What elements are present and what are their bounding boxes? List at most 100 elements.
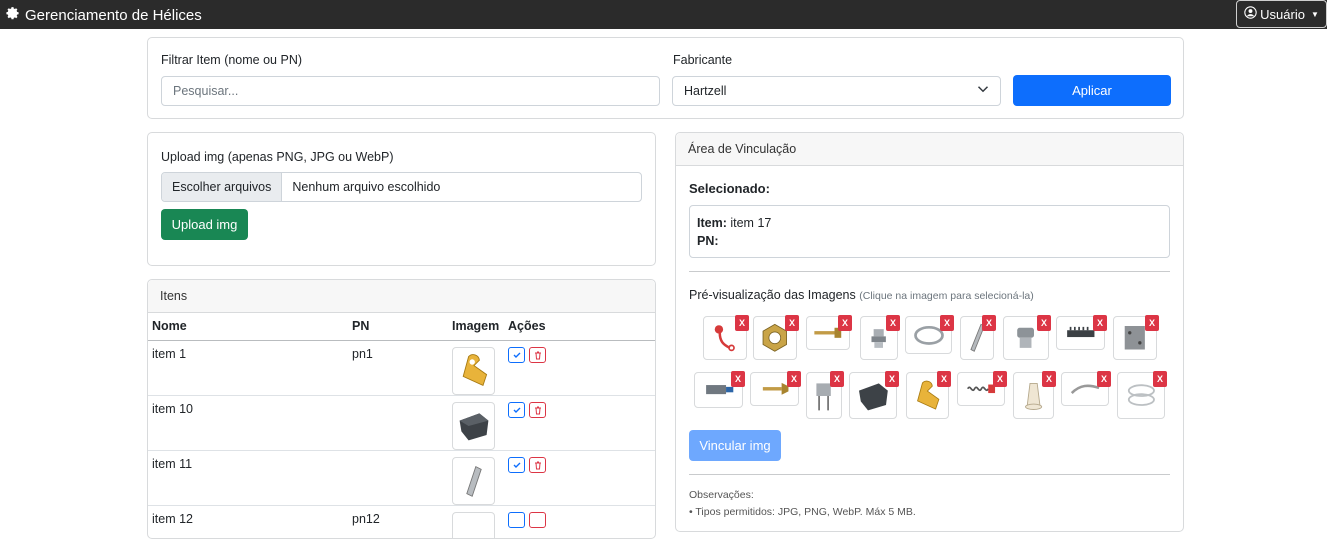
gear-icon [4, 5, 20, 25]
notes-line: • Tipos permitidos: JPG, PNG, WebP. Máx … [689, 506, 916, 518]
preview-image-nut[interactable]: X [753, 316, 797, 360]
preview-image-plate[interactable]: X [1113, 316, 1157, 360]
remove-image-button[interactable]: X [785, 315, 799, 331]
remove-image-button[interactable]: X [731, 371, 745, 387]
chevron-down-icon [977, 77, 989, 105]
remove-image-button[interactable]: X [937, 371, 951, 387]
selected-heading: Selecionado: [689, 181, 770, 196]
selected-pn-label: PN: [697, 234, 719, 248]
preview-image-plug[interactable]: X [1003, 316, 1049, 360]
delete-item-button[interactable] [529, 457, 546, 473]
selected-item-label: Item: [697, 216, 727, 230]
choose-files-button[interactable]: Escolher arquivos [162, 173, 282, 201]
remove-image-button[interactable]: X [940, 315, 954, 331]
preview-heading: Pré-visualização das Imagens (Clique na … [689, 288, 1034, 302]
manufacturer-label: Fabricante [673, 53, 732, 67]
column-header-image: Imagem [448, 313, 504, 340]
edit-item-button[interactable] [508, 457, 525, 473]
filter-card: Filtrar Item (nome ou PN) Fabricante Har… [147, 37, 1184, 119]
manufacturer-selected-value: Hartzell [684, 77, 726, 105]
link-area-card: Área de Vinculação Selecionado: Item: it… [675, 132, 1184, 532]
table-row[interactable]: item 1 pn1 [148, 340, 655, 395]
app-title: Gerenciamento de Hélices [25, 7, 202, 24]
remove-image-button[interactable]: X [830, 371, 844, 387]
apply-filter-button[interactable]: Aplicar [1013, 75, 1171, 106]
item-thumbnail[interactable] [452, 402, 495, 450]
column-header-pn: PN [348, 313, 448, 340]
preview-image-ring[interactable]: X [905, 316, 952, 354]
preview-image-cable[interactable]: X [1061, 372, 1109, 406]
item-thumbnail[interactable] [452, 457, 495, 505]
preview-image-washer-stack[interactable]: X [1117, 372, 1165, 419]
preview-image-clip[interactable]: X [906, 372, 949, 419]
selected-item-box: Item: item 17 PN: [689, 205, 1170, 258]
preview-image-comb[interactable]: X [1056, 316, 1105, 350]
delete-item-button[interactable] [529, 402, 546, 418]
preview-image-rod[interactable]: X [960, 316, 994, 360]
item-actions-cell [504, 340, 655, 395]
item-name-cell: item 12 [148, 505, 348, 539]
link-image-button[interactable]: Vincular img [689, 430, 781, 461]
preview-image-brass-bolt[interactable]: X [806, 316, 850, 350]
remove-image-button[interactable]: X [1153, 371, 1167, 387]
preview-title: Pré-visualização das Imagens [689, 288, 856, 302]
user-menu-label: Usuário [1260, 7, 1305, 22]
items-table: Nome PN Imagem Ações item 1 pn1 [148, 313, 655, 539]
item-image-cell [448, 450, 504, 505]
edit-item-button[interactable] [508, 512, 525, 528]
edit-item-button[interactable] [508, 402, 525, 418]
remove-image-button[interactable]: X [1042, 371, 1056, 387]
remove-image-button[interactable]: X [1037, 315, 1051, 331]
divider [689, 474, 1170, 475]
file-input[interactable]: Escolher arquivos Nenhum arquivo escolhi… [161, 172, 642, 202]
remove-image-button[interactable]: X [885, 371, 899, 387]
remove-image-button[interactable]: X [735, 315, 749, 331]
remove-image-button[interactable]: X [982, 315, 996, 331]
preview-image-brass-screw[interactable]: X [750, 372, 799, 406]
items-card: Itens Nome PN Imagem Ações item 1 pn1 [147, 279, 656, 539]
remove-image-button[interactable]: X [1093, 315, 1107, 331]
item-actions-cell [504, 450, 655, 505]
user-menu-button[interactable]: Usuário ▼ [1236, 0, 1327, 28]
upload-image-button[interactable]: Upload img [161, 209, 248, 240]
preview-image-block[interactable]: X [849, 372, 897, 419]
manufacturer-select[interactable]: Hartzell [672, 76, 1001, 106]
item-pn-cell [348, 450, 448, 505]
table-row[interactable]: item 12 pn12 [148, 505, 655, 539]
item-pn-cell: pn1 [348, 340, 448, 395]
item-image-cell [448, 340, 504, 395]
item-actions-cell [504, 395, 655, 450]
edit-item-button[interactable] [508, 347, 525, 363]
upload-card: Upload img (apenas PNG, JPG ou WebP) Esc… [147, 132, 656, 266]
item-thumbnail[interactable] [452, 347, 495, 395]
remove-image-button[interactable]: X [1097, 371, 1111, 387]
item-image-cell [448, 505, 504, 539]
remove-image-button[interactable]: X [838, 315, 852, 331]
table-row[interactable]: item 10 [148, 395, 655, 450]
preview-image-sensor[interactable]: X [694, 372, 743, 408]
table-row[interactable]: item 11 [148, 450, 655, 505]
delete-item-button[interactable] [529, 512, 546, 528]
preview-image-spring[interactable]: X [957, 372, 1005, 406]
preview-image-fitting[interactable]: X [860, 316, 898, 360]
app-brand[interactable]: Gerenciamento de Hélices [4, 5, 202, 25]
remove-image-button[interactable]: X [993, 371, 1007, 387]
item-pn-cell: pn12 [348, 505, 448, 539]
preview-image-red-pin[interactable]: X [703, 316, 747, 360]
upload-label: Upload img (apenas PNG, JPG ou WebP) [161, 150, 394, 164]
item-search-input[interactable] [161, 76, 660, 106]
selected-item-value: item 17 [730, 216, 771, 230]
remove-image-button[interactable]: X [1145, 315, 1159, 331]
item-filter-label: Filtrar Item (nome ou PN) [161, 53, 302, 67]
preview-image-bracket[interactable]: X [806, 372, 842, 419]
table-header-row: Nome PN Imagem Ações [148, 313, 655, 340]
preview-image-boot[interactable]: X [1013, 372, 1054, 419]
items-card-header: Itens [148, 280, 655, 313]
remove-image-button[interactable]: X [787, 371, 801, 387]
remove-image-button[interactable]: X [886, 315, 900, 331]
item-name-cell: item 10 [148, 395, 348, 450]
delete-item-button[interactable] [529, 347, 546, 363]
user-circle-icon [1244, 6, 1257, 22]
item-name-cell: item 11 [148, 450, 348, 505]
item-actions-cell [504, 505, 655, 539]
